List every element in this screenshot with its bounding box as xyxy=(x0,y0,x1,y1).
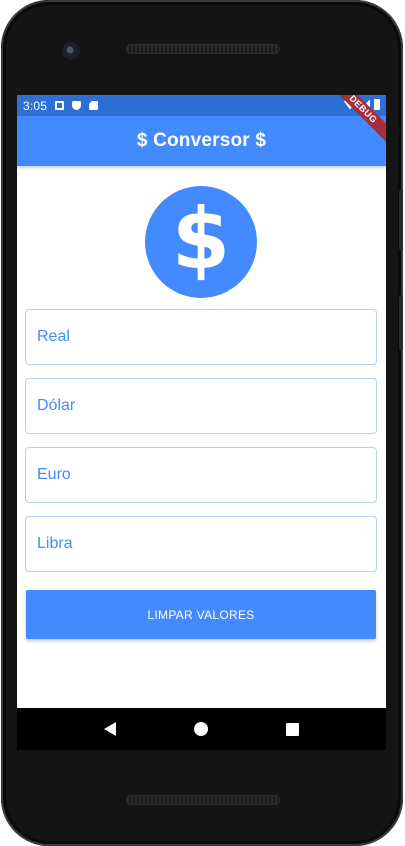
battery-icon xyxy=(374,99,380,110)
top-speaker xyxy=(126,44,280,54)
power-button xyxy=(399,190,403,250)
libra-field[interactable]: Libra xyxy=(25,516,377,572)
system-nav-bar xyxy=(17,708,386,750)
page-title: $ Conversor $ xyxy=(136,130,267,151)
status-time: 3:05 xyxy=(23,98,48,113)
clear-values-label: LIMPAR VALORES xyxy=(147,607,255,622)
real-field[interactable]: Real xyxy=(25,309,377,365)
dolar-field-label: Dólar xyxy=(37,397,76,414)
dolar-field[interactable]: Dólar xyxy=(25,378,377,434)
dollar-symbol: $ xyxy=(172,190,230,288)
dollar-icon: $ xyxy=(145,186,257,298)
home-icon[interactable] xyxy=(194,722,208,736)
notification-a-icon xyxy=(55,101,65,110)
real-field-label: Real xyxy=(37,328,70,345)
libra-field-label: Libra xyxy=(37,535,73,552)
volume-button xyxy=(399,295,403,350)
euro-field-label: Euro xyxy=(37,466,71,483)
sd-card-icon xyxy=(89,101,99,110)
clear-values-button[interactable]: LIMPAR VALORES xyxy=(26,590,376,639)
back-icon[interactable] xyxy=(104,722,116,736)
euro-field[interactable]: Euro xyxy=(25,447,377,503)
app-bar: $ Conversor $ xyxy=(17,116,386,166)
status-bar: 3:05 xyxy=(17,95,386,116)
screen: 3:05 DEBUG $ Conversor $ $ Real Dólar Eu… xyxy=(17,95,386,708)
recents-icon[interactable] xyxy=(286,722,299,736)
dollar-glyph: $ xyxy=(172,190,230,288)
front-camera xyxy=(62,42,80,60)
shield-icon xyxy=(72,101,82,110)
bottom-speaker xyxy=(126,795,280,805)
